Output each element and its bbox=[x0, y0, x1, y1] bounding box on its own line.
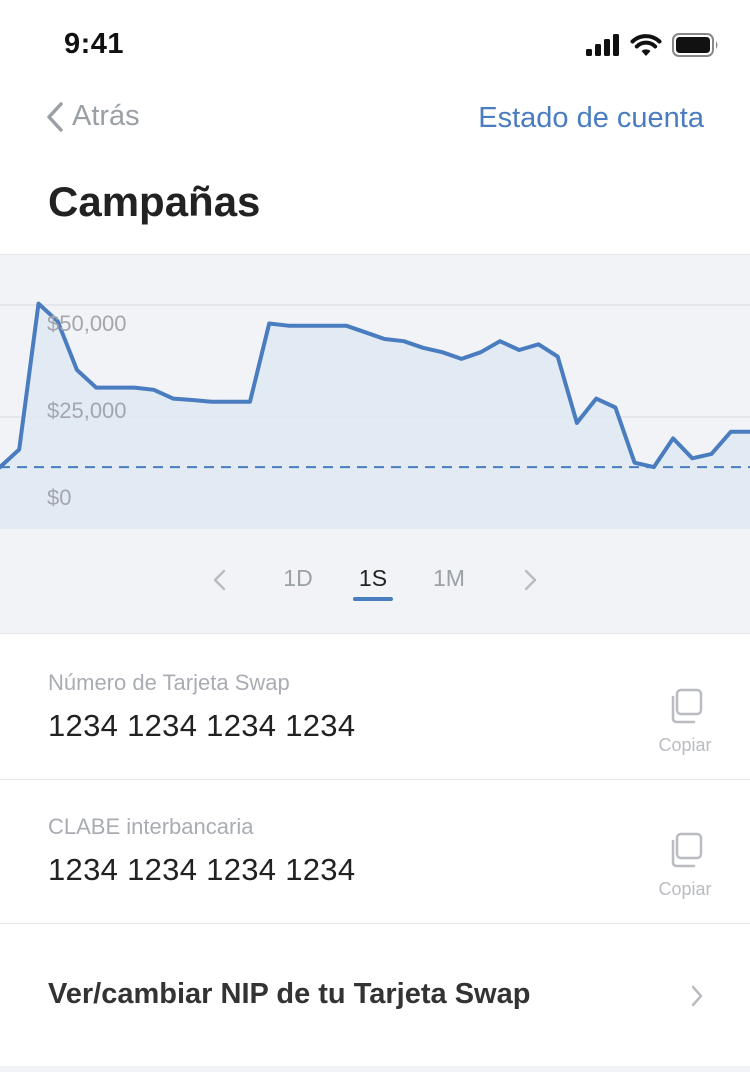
card-number-value: 1234 1234 1234 1234 bbox=[48, 708, 356, 743]
navigation-bar: Atrás Estado de cuenta bbox=[0, 90, 750, 152]
balance-chart: $50,000 $25,000 $0 bbox=[0, 301, 750, 529]
period-1d[interactable]: 1D bbox=[268, 565, 328, 592]
y-tick-label: $50,000 bbox=[47, 311, 127, 336]
chevron-left-icon bbox=[47, 101, 63, 132]
page-title: Campañas bbox=[48, 178, 261, 225]
copy-icon bbox=[671, 688, 703, 724]
card-number-label: Número de Tarjeta Swap bbox=[48, 670, 290, 695]
wifi-icon bbox=[630, 34, 662, 56]
change-nip-label: Ver/cambiar NIP de tu Tarjeta Swap bbox=[48, 978, 531, 1010]
previous-period-icon[interactable] bbox=[212, 569, 228, 591]
copy-label: Copiar bbox=[658, 879, 712, 899]
clabe-row: CLABE interbancaria 1234 1234 1234 1234 … bbox=[0, 780, 750, 924]
status-time: 9:41 bbox=[64, 28, 125, 60]
copy-card-number-button[interactable]: Copiar bbox=[650, 688, 720, 756]
y-tick-label: $0 bbox=[47, 485, 71, 510]
period-1s[interactable]: 1S bbox=[343, 565, 403, 592]
card-number-row: Número de Tarjeta Swap 1234 1234 1234 12… bbox=[0, 636, 750, 780]
chevron-right-icon bbox=[691, 985, 703, 1007]
y-tick-label: $25,000 bbox=[47, 398, 127, 423]
back-button[interactable]: Atrás bbox=[46, 100, 140, 133]
battery-icon bbox=[672, 33, 718, 57]
cellular-signal-icon bbox=[586, 34, 619, 56]
status-bar: 9:41 bbox=[0, 0, 750, 90]
copy-clabe-button[interactable]: Copiar bbox=[650, 832, 720, 900]
back-label: Atrás bbox=[72, 100, 140, 132]
next-period-icon[interactable] bbox=[522, 569, 538, 591]
clabe-label: CLABE interbancaria bbox=[48, 814, 254, 839]
status-icons bbox=[586, 33, 720, 57]
change-nip-row[interactable]: Ver/cambiar NIP de tu Tarjeta Swap bbox=[0, 924, 750, 1068]
copy-label: Copiar bbox=[658, 735, 712, 755]
period-1m[interactable]: 1M bbox=[419, 565, 479, 592]
balance-chart-panel: $50,000 $25,000 $0 1D 1S 1M bbox=[0, 254, 750, 634]
bottom-divider bbox=[0, 1066, 750, 1072]
copy-icon bbox=[671, 832, 703, 868]
account-statement-link[interactable]: Estado de cuenta bbox=[478, 102, 704, 135]
period-selector: 1D 1S 1M bbox=[0, 531, 750, 635]
period-selected-indicator bbox=[353, 597, 393, 601]
clabe-value: 1234 1234 1234 1234 bbox=[48, 852, 356, 887]
